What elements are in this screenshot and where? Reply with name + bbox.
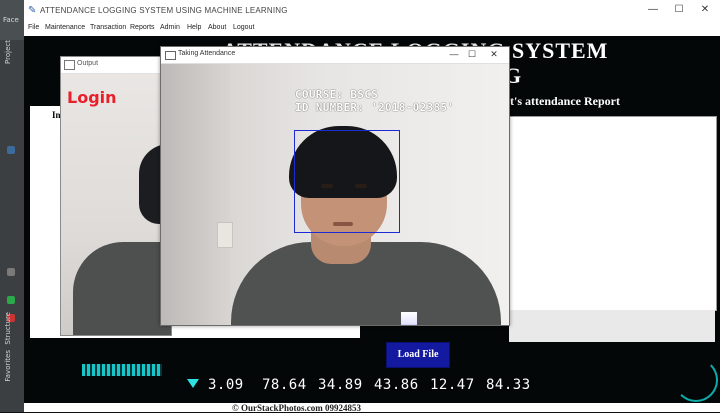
hud-number: 12.47 xyxy=(430,377,475,393)
hud-graphics: 3.09 78.64 34.89 43.86 12.47 84.33 xyxy=(24,360,720,404)
attendance-maximize-button[interactable]: ☐ xyxy=(465,48,479,60)
report-text-area[interactable] xyxy=(509,116,717,311)
report-label: t's attendance Report xyxy=(510,94,620,108)
hud-number: 34.89 xyxy=(318,377,363,393)
report-panel-footer xyxy=(509,310,715,342)
hud-number: 84.33 xyxy=(486,377,531,393)
window-title: ATTENDANCE LOGGING SYSTEM USING MACHINE … xyxy=(40,6,288,15)
attendance-close-button[interactable]: ✕ xyxy=(487,48,501,60)
ide-panel-icon[interactable] xyxy=(7,146,15,154)
menu-maintenance[interactable]: Maintenance xyxy=(45,24,85,31)
face-detection-box xyxy=(294,130,400,233)
watermark-strip: © OurStackPhotos.com 09924853 xyxy=(24,403,720,413)
ide-side-strip: Face Project Structure Favorites xyxy=(0,0,25,412)
hud-down-arrow-icon xyxy=(187,379,199,388)
output-window[interactable]: Output Login xyxy=(60,56,172,336)
window-icon xyxy=(64,60,75,70)
menu-file[interactable]: File xyxy=(28,24,39,31)
attendance-titlebar[interactable]: Taking Attendance — ☐ ✕ xyxy=(161,47,509,64)
ide-tool-icon[interactable] xyxy=(7,268,15,276)
menu-admin[interactable]: Admin xyxy=(160,24,180,31)
ide-tab-structure[interactable]: Structure xyxy=(4,312,12,345)
window-icon xyxy=(165,51,176,60)
menu-bar: File Maintenance Transaction Reports Adm… xyxy=(24,22,720,36)
menu-help[interactable]: Help xyxy=(187,24,201,31)
hud-number: 78.64 xyxy=(262,377,307,393)
app-feather-icon: ✎ xyxy=(28,5,37,16)
minimize-button[interactable]: — xyxy=(644,3,662,17)
course-overlay: COURSE: BSCS xyxy=(295,88,379,101)
ide-top-area: Face xyxy=(0,0,24,40)
menu-logout[interactable]: Logout xyxy=(233,24,254,31)
hud-arc-graphic xyxy=(674,358,718,402)
output-camera-view: Login xyxy=(61,74,171,335)
ide-run-icon[interactable] xyxy=(7,296,15,304)
menu-transaction[interactable]: Transaction xyxy=(90,24,126,31)
ide-tab-project[interactable]: Project xyxy=(4,40,12,64)
attendance-window[interactable]: Taking Attendance — ☐ ✕ COURSE: BSCS ID … xyxy=(160,46,510,326)
camera-feed: COURSE: BSCS ID NUMBER: '2018-02385' xyxy=(161,64,509,325)
wall-shadow xyxy=(161,64,231,325)
login-status-text: Login xyxy=(67,88,117,107)
main-titlebar: ✎ ATTENDANCE LOGGING SYSTEM USING MACHIN… xyxy=(24,0,720,23)
wall-socket xyxy=(217,222,233,248)
attendance-window-title: Taking Attendance xyxy=(178,50,236,57)
hud-progress-bar xyxy=(82,364,162,376)
hud-number: 43.86 xyxy=(374,377,419,393)
person-body-partial xyxy=(73,242,171,335)
ide-tab-favorites[interactable]: Favorites xyxy=(4,350,12,382)
menu-about[interactable]: About xyxy=(208,24,226,31)
menu-reports[interactable]: Reports xyxy=(130,24,155,31)
hud-number: 3.09 xyxy=(208,377,244,393)
close-button[interactable]: ✕ xyxy=(696,3,714,17)
id-number-overlay: ID NUMBER: '2018-02385' xyxy=(295,101,455,114)
ide-top-label: Face xyxy=(3,16,19,24)
attendance-minimize-button[interactable]: — xyxy=(447,48,461,60)
output-window-title: Output xyxy=(77,60,99,67)
shirt-badge xyxy=(401,312,417,325)
maximize-button[interactable]: ☐ xyxy=(670,3,688,17)
output-titlebar[interactable]: Output xyxy=(61,57,171,74)
